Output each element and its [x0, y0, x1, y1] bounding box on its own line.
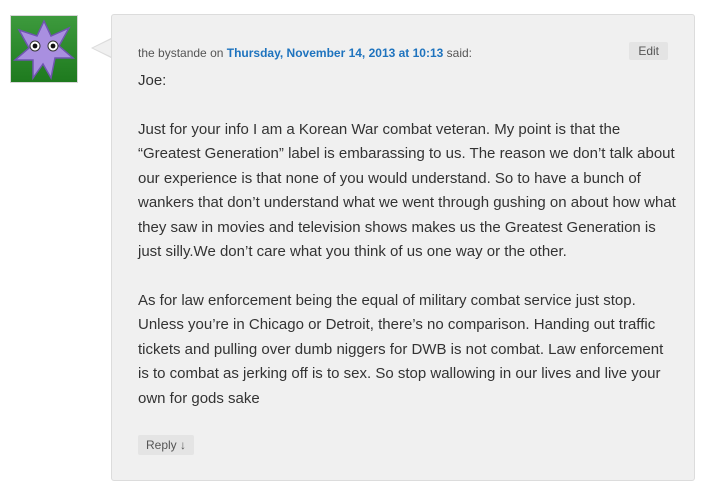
comment-paragraph: Joe: [138, 72, 167, 89]
comment-bubble: the bystande on Thursday, November 14, 2… [111, 14, 695, 481]
reply-button[interactable]: Reply ↓ [138, 435, 195, 455]
purple-star-monster-icon [11, 16, 77, 82]
comment-body: Joe: Just for your info I am a Korean Wa… [138, 69, 678, 411]
comment-said-text: said: [446, 46, 473, 60]
avatar [10, 15, 78, 83]
comment-paragraph: As for law enforcement being the equal o… [138, 291, 664, 407]
bubble-pointer-fill [93, 39, 112, 57]
comment-paragraph: Just for your info I am a Korean War com… [138, 120, 676, 261]
comment-date-link[interactable]: Thursday, November 14, 2013 at 10:13 [227, 46, 444, 60]
comment-meta: the bystande on Thursday, November 14, 2… [138, 46, 472, 60]
comment-author: the bystande [138, 46, 207, 60]
comment-on-text: on [210, 46, 224, 60]
edit-button[interactable]: Edit [629, 42, 668, 60]
